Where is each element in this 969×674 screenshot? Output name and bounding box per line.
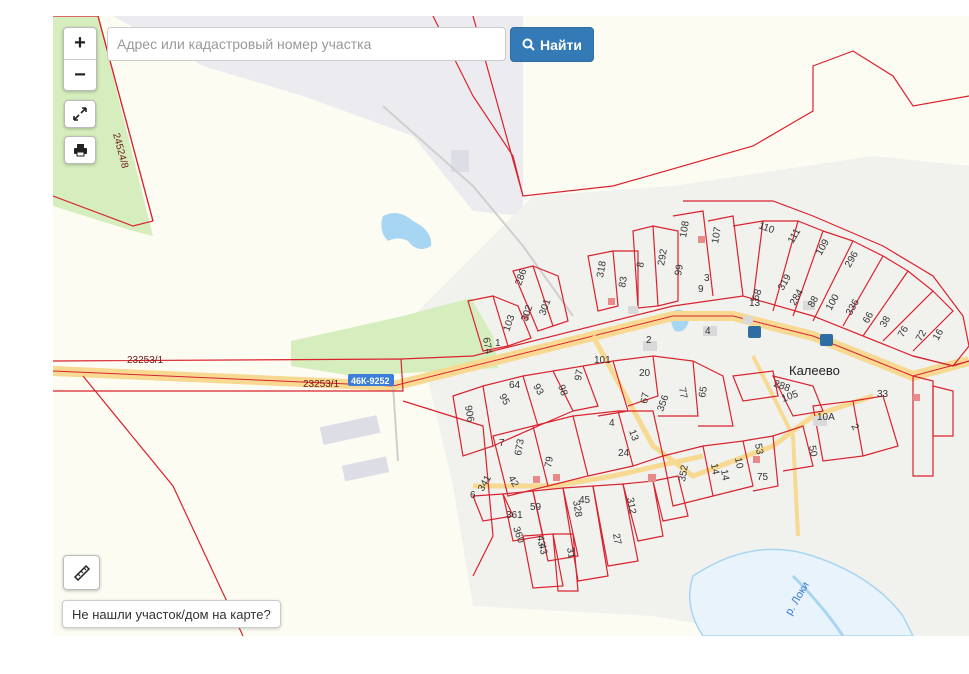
svg-text:9: 9 bbox=[698, 284, 704, 295]
road-number: 46К-9252 bbox=[351, 376, 390, 386]
svg-text:361: 361 bbox=[506, 510, 523, 521]
road-parcel-label-left: 23253/1 bbox=[127, 355, 164, 366]
bus-stop-icon[interactable] bbox=[820, 334, 833, 346]
svg-text:2: 2 bbox=[646, 335, 652, 346]
zoom-out-button[interactable]: − bbox=[64, 60, 96, 91]
svg-text:1: 1 bbox=[495, 338, 501, 349]
map-canvas[interactable]: 23253/1 23253/1 46К-9252 24524/8 Калеево… bbox=[53, 16, 969, 636]
search-icon bbox=[522, 38, 535, 51]
svg-text:4: 4 bbox=[705, 326, 711, 337]
svg-text:64: 64 bbox=[509, 380, 521, 391]
svg-text:24: 24 bbox=[618, 448, 630, 459]
svg-text:33: 33 bbox=[877, 389, 889, 400]
bus-stop-icon[interactable] bbox=[748, 326, 761, 338]
svg-text:59: 59 bbox=[530, 502, 542, 513]
svg-text:75: 75 bbox=[757, 472, 769, 483]
svg-text:6: 6 bbox=[470, 490, 476, 501]
svg-text:101: 101 bbox=[594, 355, 611, 366]
svg-text:7: 7 bbox=[499, 438, 505, 449]
svg-text:10А: 10А bbox=[817, 412, 835, 423]
svg-text:13: 13 bbox=[749, 298, 761, 309]
ruler-icon bbox=[73, 564, 90, 581]
search-input[interactable] bbox=[107, 27, 506, 61]
village-name: Калеево bbox=[789, 363, 840, 378]
printer-icon bbox=[73, 144, 87, 157]
svg-text:4: 4 bbox=[609, 418, 615, 429]
zoom-control: + − bbox=[63, 27, 97, 91]
svg-text:20: 20 bbox=[639, 368, 651, 379]
cadastral-map[interactable]: 23253/1 23253/1 46К-9252 24524/8 Калеево… bbox=[53, 16, 969, 636]
svg-text:3: 3 bbox=[704, 273, 710, 284]
zoom-in-button[interactable]: + bbox=[64, 28, 96, 60]
measure-button[interactable] bbox=[63, 555, 100, 590]
search-button-label: Найти bbox=[540, 36, 582, 53]
search-button[interactable]: Найти bbox=[510, 27, 594, 62]
fullscreen-button[interactable] bbox=[64, 100, 96, 128]
expand-icon bbox=[73, 107, 87, 121]
print-button[interactable] bbox=[64, 136, 96, 164]
road-parcel-label-right: 23253/1 bbox=[303, 379, 340, 390]
not-found-link[interactable]: Не нашли участок/дом на карте? bbox=[62, 600, 281, 628]
